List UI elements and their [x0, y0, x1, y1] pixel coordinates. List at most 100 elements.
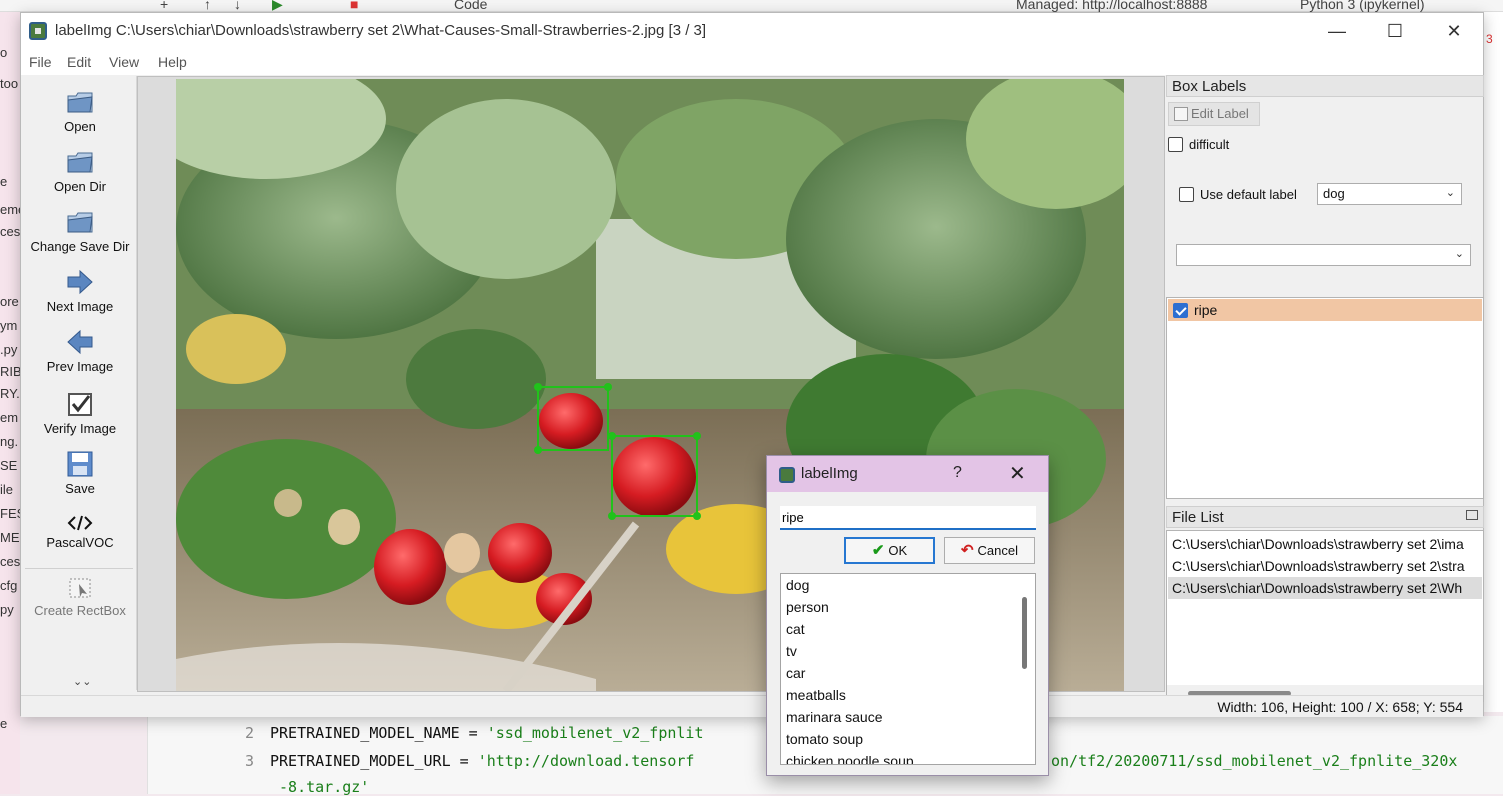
background-right-edge: 3: [1484, 12, 1503, 712]
file-browser-strip: o too e eme ces ore ym .py RIBI RY. em ng. SE ile FEST…: [0, 12, 20, 794]
labelimg-window: labelImg C:\Users\chiar\Downloads\strawb…: [20, 12, 1484, 717]
code-tag-icon: [67, 515, 93, 531]
minimize-button[interactable]: —: [1314, 17, 1360, 45]
verify-check-icon: [68, 393, 92, 416]
float-dock-icon[interactable]: [1466, 510, 1478, 520]
more-tools-chevron-icon[interactable]: ⌄⌄: [73, 675, 91, 688]
background-file-fragment: ore: [0, 294, 19, 309]
menu-help[interactable]: Help: [158, 54, 187, 70]
open-dir-button[interactable]: Open Dir: [23, 148, 137, 194]
background-file-fragment: ME.: [0, 530, 20, 545]
background-file-fragment: FEST: [0, 506, 20, 521]
edit-label-button[interactable]: Edit Label: [1168, 102, 1260, 126]
code-line: -8.tar.gz': [270, 778, 370, 796]
background-file-fragment: o: [0, 45, 8, 60]
background-file-fragment: ile: [0, 482, 14, 497]
menu-edit[interactable]: Edit: [67, 54, 91, 70]
scrollbar-thumb[interactable]: [1022, 597, 1027, 669]
label-name-input[interactable]: [780, 506, 1036, 530]
floppy-icon: [67, 451, 93, 477]
change-save-dir-button[interactable]: Change Save Dir: [23, 208, 137, 254]
label-filter-combo[interactable]: ⌄: [1176, 244, 1471, 266]
dialog-title: labelImg: [801, 465, 858, 482]
list-item[interactable]: tomato soup: [786, 731, 863, 747]
dialog-title-bar[interactable]: labelImg ? ✕: [767, 456, 1048, 492]
background-file-fragment: cfg: [0, 578, 18, 593]
difficult-label: difficult: [1189, 137, 1230, 152]
checkmark-icon: ✔: [871, 542, 885, 559]
ok-button[interactable]: ✔ OK: [844, 537, 935, 564]
prev-image-button[interactable]: Prev Image: [23, 328, 137, 374]
use-default-label-checkbox[interactable]: [1179, 187, 1194, 202]
background-file-fragment: .py: [0, 342, 18, 357]
file-list-item[interactable]: C:\Users\chiar\Downloads\strawberry set …: [1168, 533, 1482, 555]
menu-file[interactable]: File: [29, 54, 52, 70]
list-item[interactable]: dog: [786, 577, 809, 593]
background-file-fragment: ng.: [0, 434, 19, 449]
file-list[interactable]: C:\Users\chiar\Downloads\strawberry set …: [1166, 530, 1484, 702]
next-arrow-icon: [67, 269, 93, 295]
chevron-down-icon: ⌄: [1454, 248, 1464, 260]
title-bar[interactable]: labelImg C:\Users\chiar\Downloads\strawb…: [21, 13, 1483, 49]
background-file-fragment: ces: [0, 224, 20, 239]
move-up-icon[interactable]: ↑: [204, 0, 211, 12]
format-pascalvoc-button[interactable]: PascalVOC: [23, 514, 137, 550]
label-suggestion-list[interactable]: dog person cat tv car meatballs marinara…: [780, 573, 1036, 765]
background-file-fragment: SE: [0, 458, 18, 473]
list-item[interactable]: meatballs: [786, 687, 846, 703]
label-visible-checkbox[interactable]: [1173, 303, 1188, 318]
prev-arrow-icon: [67, 329, 93, 355]
background-file-fragment: py: [0, 602, 14, 617]
right-dock: Box Labels Edit Label difficult Use defa…: [1166, 75, 1484, 702]
list-scrollbar[interactable]: [1015, 574, 1035, 764]
close-button[interactable]: ✕: [1431, 17, 1477, 45]
default-label-combo[interactable]: dog ⌄: [1317, 183, 1462, 205]
background-file-fragment: ces: [0, 554, 20, 569]
open-folder-icon: [67, 92, 93, 113]
toolbar-divider: [25, 568, 133, 569]
list-item[interactable]: car: [786, 665, 805, 681]
label-list-item[interactable]: ripe: [1168, 299, 1482, 321]
background-file-fragment: em: [0, 410, 19, 425]
difficult-checkbox[interactable]: [1168, 137, 1183, 152]
create-rectbox-button[interactable]: Create RectBox: [23, 576, 137, 618]
help-button[interactable]: ?: [953, 464, 962, 482]
file-list-item-selected[interactable]: C:\Users\chiar\Downloads\strawberry set …: [1168, 577, 1482, 599]
kernel-status: Python 3 (ipykernel): [1300, 0, 1425, 12]
labelimg-app-icon: [29, 22, 47, 40]
next-image-button[interactable]: Next Image: [23, 268, 137, 314]
background-file-fragment: e: [0, 174, 8, 189]
background-file-fragment: RIBI: [0, 364, 20, 379]
rect-box-icon: [69, 578, 91, 598]
list-item[interactable]: person: [786, 599, 829, 615]
open-button[interactable]: Open: [23, 88, 137, 134]
save-dir-icon: [67, 212, 93, 233]
status-bar: Width: 106, Height: 100 / X: 658; Y: 554: [21, 695, 1483, 717]
maximize-button[interactable]: ☐: [1372, 17, 1418, 45]
dialog-close-button[interactable]: ✕: [1009, 461, 1026, 486]
list-item[interactable]: cat: [786, 621, 805, 637]
list-item[interactable]: marinara sauce: [786, 709, 883, 725]
server-status: Managed: http://localhost:8888: [1016, 0, 1208, 12]
list-item[interactable]: tv: [786, 643, 797, 659]
code-line: 3 PRETRAINED_MODEL_URL = 'http://download…: [244, 752, 695, 770]
move-down-icon[interactable]: ↓: [234, 0, 241, 12]
list-item[interactable]: chicken noodle soup: [786, 753, 914, 764]
verify-image-button[interactable]: Verify Image: [23, 390, 137, 436]
undo-arrow-icon: ↶: [960, 542, 974, 559]
label-list[interactable]: ripe: [1166, 297, 1484, 499]
background-file-fragment: too: [0, 76, 19, 91]
save-button[interactable]: Save: [23, 450, 137, 496]
menu-bar: File Edit View Help: [21, 49, 1483, 75]
window-title: labelImg C:\Users\chiar\Downloads\strawb…: [55, 22, 707, 39]
label-dialog: labelImg ? ✕ ✔OK ↶Cancel dog person cat …: [766, 455, 1049, 776]
file-list-item[interactable]: C:\Users\chiar\Downloads\strawberry set …: [1168, 555, 1482, 577]
cell-type-select[interactable]: Code: [454, 0, 487, 12]
menu-view[interactable]: View: [109, 54, 139, 70]
add-cell-icon[interactable]: +: [160, 0, 168, 12]
background-file-fragment: e: [0, 716, 8, 731]
stop-icon[interactable]: ■: [350, 0, 358, 12]
box-labels-title: Box Labels: [1166, 75, 1484, 97]
cancel-button[interactable]: ↶ Cancel: [944, 537, 1035, 564]
labelimg-app-icon: [779, 467, 795, 483]
